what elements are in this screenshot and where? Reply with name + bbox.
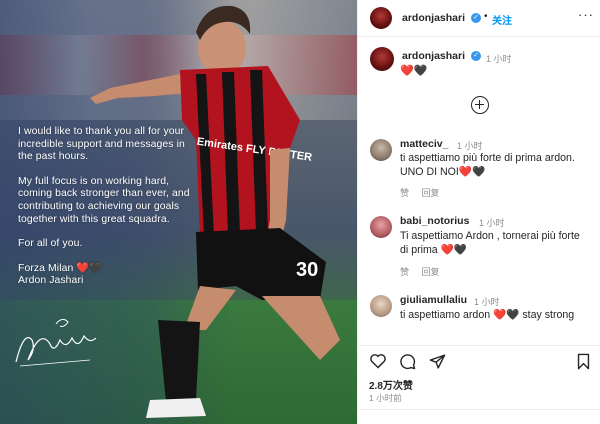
commenter-avatar[interactable] xyxy=(370,216,392,238)
comment-username[interactable]: matteciv_ xyxy=(400,138,448,150)
comment-time: 1 小时 xyxy=(474,297,500,307)
comment-icon[interactable] xyxy=(399,353,416,370)
post-detail-panel: ardonjashari ✓ • 关注 ··· ardonjashari ✓ 1… xyxy=(357,0,600,424)
bookmark-icon[interactable] xyxy=(576,353,591,370)
comment-like-button[interactable]: 赞 xyxy=(400,188,409,198)
divider xyxy=(358,409,600,410)
post-header: ardonjashari ✓ • 关注 ··· xyxy=(358,0,600,37)
heart-icon[interactable] xyxy=(369,353,387,369)
post-timestamp: 1 小时前 xyxy=(369,393,402,403)
statement-paragraph: I would like to thank you all for your i… xyxy=(18,126,185,163)
caption-time: 1 小时 xyxy=(486,54,512,64)
comment-text: ti aspettiamo ardon ❤️🖤 stay strong xyxy=(400,309,575,321)
comment-like-button[interactable]: 赞 xyxy=(400,267,409,277)
like-count[interactable]: 2.8万次赞 xyxy=(369,377,413,392)
comment-username[interactable]: giuliamullaliu xyxy=(400,294,467,306)
caption-username[interactable]: ardonjashari xyxy=(402,50,465,62)
post-image: Emirates FLY BETTER 30 I would like to t… xyxy=(0,0,357,424)
share-icon[interactable] xyxy=(429,353,446,370)
comment-actions: 赞 回复 xyxy=(400,265,450,278)
author-username[interactable]: ardonjashari xyxy=(402,12,465,24)
statement-closing: Forza Milan ❤️🖤 xyxy=(18,262,103,274)
comment-time: 1 小时 xyxy=(479,218,505,228)
verified-icon: ✓ xyxy=(471,13,481,23)
comment-text: Ti aspettiamo Ardon , tornerai più forte… xyxy=(400,230,580,256)
commenter-avatar[interactable] xyxy=(370,139,392,161)
separator-dot: • xyxy=(484,11,488,22)
commenter-avatar[interactable] xyxy=(370,295,392,317)
divider xyxy=(358,345,600,346)
add-comment-icon[interactable] xyxy=(471,96,489,114)
comment-text: ti aspettiamo più forte di prima ardon. … xyxy=(400,152,575,178)
comment-reply-button[interactable]: 回复 xyxy=(422,188,440,198)
caption-text: ❤️🖤 xyxy=(400,65,428,77)
more-options-icon[interactable]: ··· xyxy=(578,7,594,22)
caption-avatar[interactable] xyxy=(370,47,394,71)
shorts-number: 30 xyxy=(296,259,318,281)
comment-reply-button[interactable]: 回复 xyxy=(422,267,440,277)
comment-actions: 赞 回复 xyxy=(400,186,450,199)
statement-name: Ardon Jashari xyxy=(18,275,84,287)
verified-icon: ✓ xyxy=(471,51,481,61)
statement-paragraph: For all of you. xyxy=(18,238,83,250)
follow-button[interactable]: 关注 xyxy=(492,12,512,27)
signature-graphic xyxy=(15,318,97,367)
author-avatar[interactable] xyxy=(370,7,392,29)
statement-text: I would like to thank you all for your i… xyxy=(18,126,193,288)
comment-username[interactable]: babi_notorius xyxy=(400,215,469,227)
statement-paragraph: My full focus is on working hard, coming… xyxy=(18,175,190,225)
